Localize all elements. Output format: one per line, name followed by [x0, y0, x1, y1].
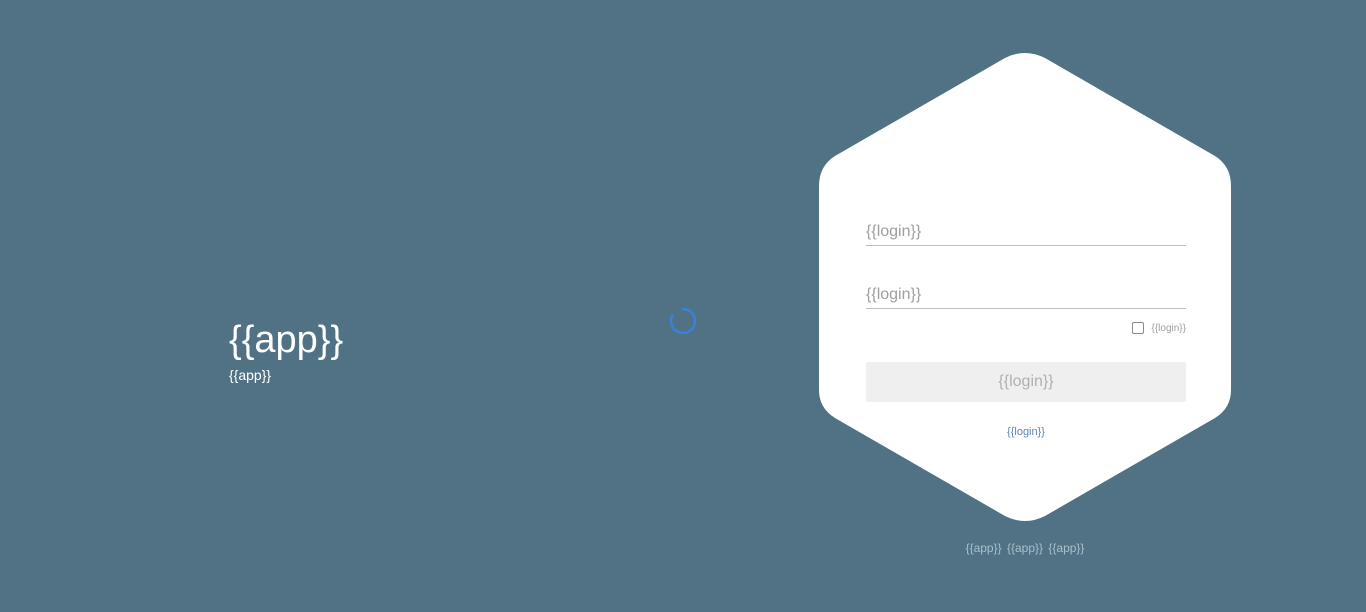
username-field-wrapper — [866, 214, 1186, 246]
remember-me-row[interactable]: {{login}} — [866, 319, 1186, 337]
footer-links: {{app}} {{app}} {{app}} — [817, 541, 1233, 555]
loading-spinner-icon — [668, 306, 698, 336]
app-title: {{app}} — [229, 319, 344, 361]
checkbox-unchecked-icon[interactable] — [1131, 322, 1144, 334]
footer-link-3[interactable]: {{app}} — [1048, 541, 1084, 555]
footer-link-2[interactable]: {{app}} — [1007, 541, 1043, 555]
remember-me-label: {{login}} — [1151, 322, 1187, 334]
password-field-wrapper — [866, 277, 1186, 309]
forgot-password-link[interactable]: {{login}} — [866, 426, 1186, 438]
username-input[interactable] — [866, 221, 1186, 243]
password-input[interactable] — [866, 284, 1186, 306]
login-button[interactable]: {{login}} — [866, 362, 1186, 402]
login-page: {{app}} {{app}} {{login}} {{login}} {{lo… — [0, 0, 1366, 612]
brand-block: {{app}} {{app}} — [229, 318, 343, 384]
login-form: {{login}} {{login}} {{login}} — [866, 214, 1186, 438]
footer-link-1[interactable]: {{app}} — [966, 541, 1002, 555]
app-subtitle: {{app}} — [229, 367, 272, 383]
